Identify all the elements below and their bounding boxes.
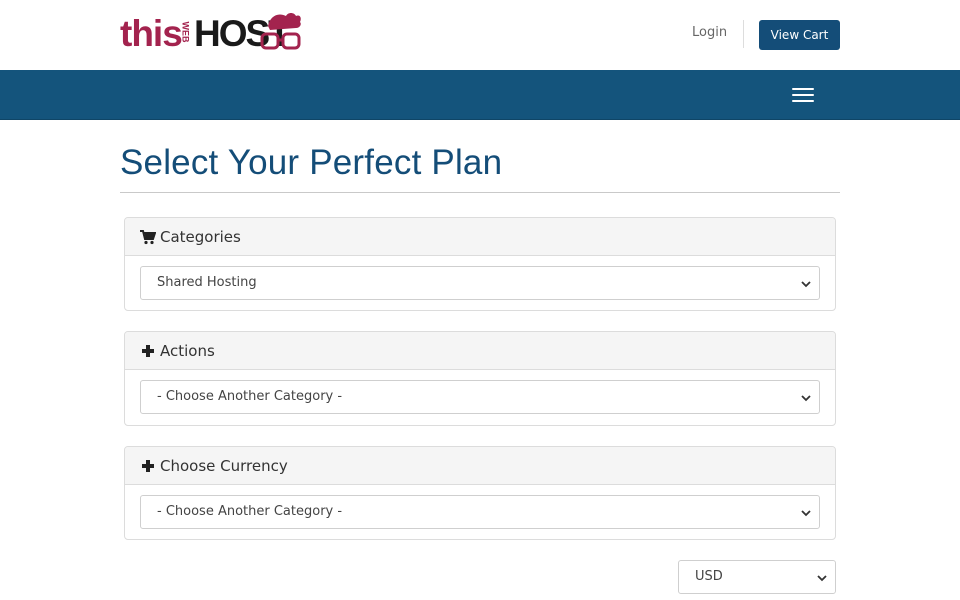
shopping-cart-icon <box>140 230 156 245</box>
categories-panel-title: Categories <box>160 228 241 246</box>
categories-panel-body: Shared Hosting <box>125 256 835 310</box>
actions-panel-body: - Choose Another Category - <box>125 370 835 425</box>
choose-currency-panel-body: - Choose Another Category - <box>125 485 835 539</box>
category-select-value: Shared Hosting <box>157 275 257 290</box>
currency-select-value: USD <box>695 569 723 584</box>
plus-icon <box>142 460 154 472</box>
actions-select[interactable]: - Choose Another Category - <box>140 380 820 414</box>
view-cart-button[interactable]: View Cart <box>759 20 840 50</box>
choose-currency-panel-header[interactable]: Choose Currency <box>125 447 835 485</box>
categories-panel-header[interactable]: Categories <box>125 218 835 256</box>
site-logo[interactable]: this WEB HOST <box>120 10 304 56</box>
currency-category-select-value: - Choose Another Category - <box>157 504 343 519</box>
actions-panel-title: Actions <box>160 342 215 360</box>
actions-select-value: - Choose Another Category - <box>157 389 343 404</box>
currency-select[interactable]: USD <box>678 560 836 594</box>
header-divider <box>743 20 744 48</box>
actions-panel: Actions - Choose Another Category - <box>124 331 836 426</box>
logo-mascot-icon <box>260 13 301 50</box>
choose-currency-panel: Choose Currency - Choose Another Categor… <box>124 446 836 540</box>
page-title: Select Your Perfect Plan <box>120 143 503 182</box>
chevron-down-icon <box>801 395 811 402</box>
logo-word-web: WEB <box>180 21 191 43</box>
top-bar: this WEB HOST Login View Cart <box>0 0 960 70</box>
chevron-down-icon <box>801 281 811 288</box>
login-link[interactable]: Login <box>692 25 727 40</box>
actions-panel-header[interactable]: Actions <box>125 332 835 370</box>
chevron-down-icon <box>817 575 827 582</box>
categories-panel: Categories Shared Hosting <box>124 217 836 311</box>
choose-currency-panel-title: Choose Currency <box>160 457 288 475</box>
hamburger-icon[interactable] <box>788 84 818 106</box>
currency-category-select[interactable]: - Choose Another Category - <box>140 495 820 529</box>
plus-icon <box>142 345 154 357</box>
chevron-down-icon <box>801 510 811 517</box>
logo-word-this: this <box>120 13 183 54</box>
category-select[interactable]: Shared Hosting <box>140 266 820 300</box>
title-divider <box>120 192 840 193</box>
